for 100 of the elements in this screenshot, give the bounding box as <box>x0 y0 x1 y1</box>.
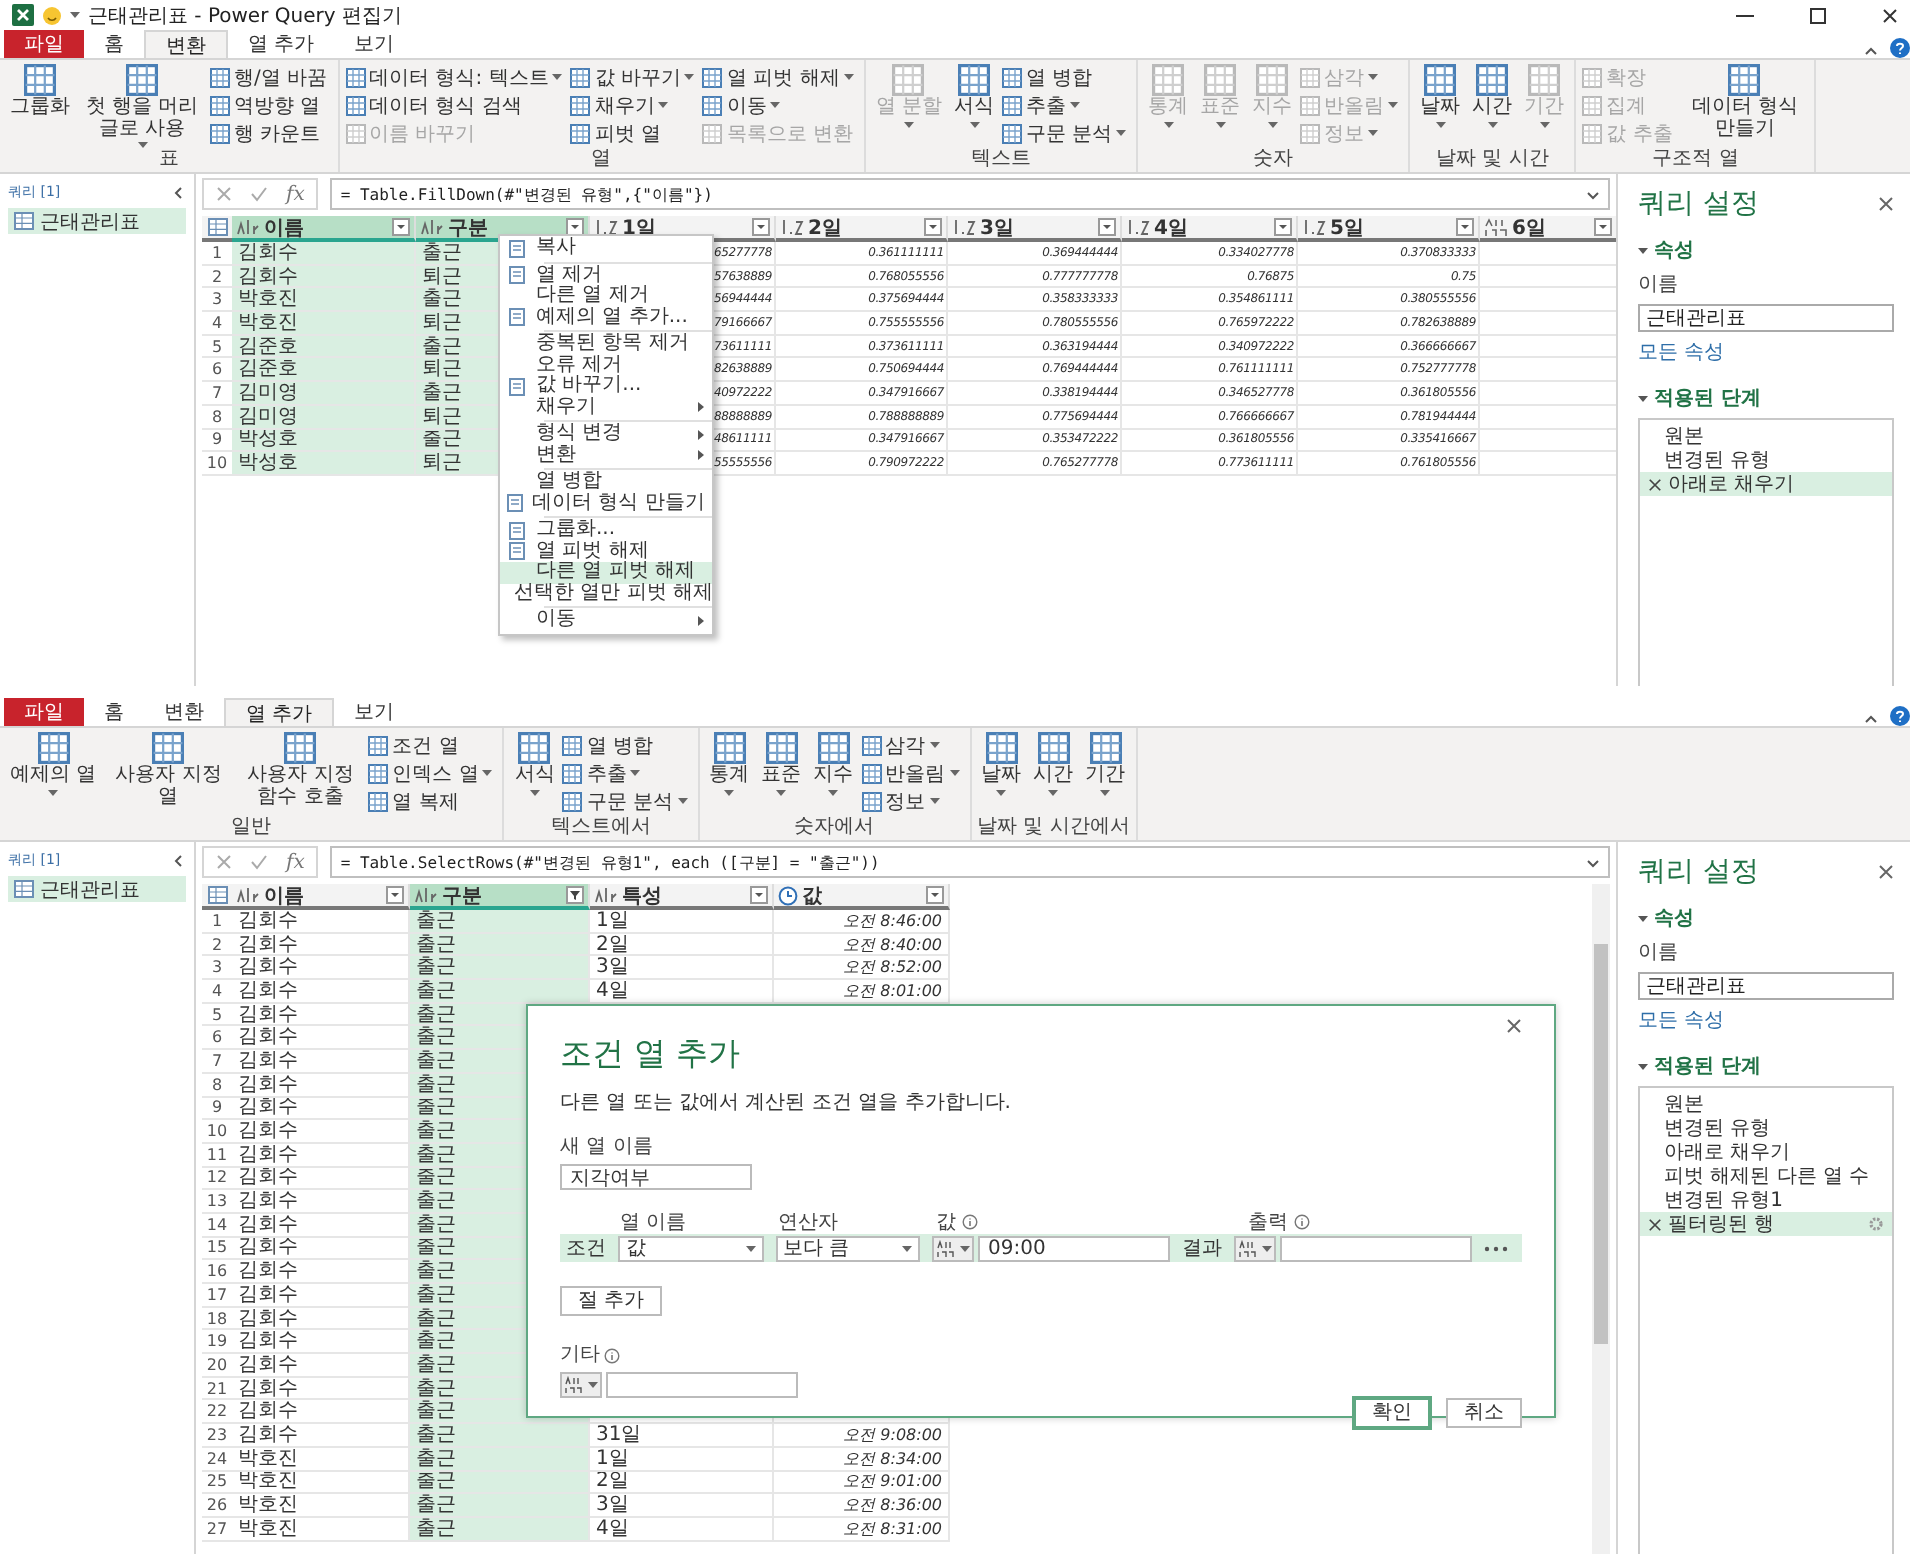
all-properties-link[interactable]: 모든 속성 <box>1638 338 1894 366</box>
table-cell: 김회수 <box>232 1307 410 1331</box>
ribbon-button[interactable]: 기간 <box>1081 732 1130 816</box>
step-item[interactable]: 아래로 채우기 <box>1640 472 1892 496</box>
column-header[interactable]: 4일 <box>1122 216 1298 242</box>
menu-item[interactable]: 데이터 형식 만들기 <box>500 493 712 514</box>
ribbon-button[interactable]: 열 병합 <box>1002 64 1131 90</box>
ribbon-button[interactable]: 지수 <box>809 732 858 816</box>
ribbon-button[interactable]: 행/열 바꿈 <box>210 64 332 90</box>
menu-item[interactable]: 다른 열 피벗 해제 <box>500 562 712 583</box>
step-item[interactable]: 변경된 유형 <box>1640 448 1892 472</box>
ribbon-tab[interactable]: 파일 <box>4 698 84 726</box>
ribbon-button[interactable]: 데이터 형식 만들기 <box>1680 64 1809 148</box>
column-name-field[interactable]: 지각여부 <box>560 1164 752 1190</box>
step-item[interactable]: 원본 <box>1640 1092 1892 1116</box>
ok-button[interactable]: 확인 <box>1354 1398 1430 1428</box>
function-label[interactable]: fx <box>286 183 305 205</box>
ribbon-button[interactable]: 첫 행을 머리글로 사용 <box>78 64 206 148</box>
all-properties-link[interactable]: 모든 속성 <box>1638 1006 1894 1034</box>
ribbon-tab[interactable]: 보기 <box>334 698 415 726</box>
ribbon-button[interactable]: 열 복제 <box>368 788 497 814</box>
ribbon-button[interactable]: 구문 분석 <box>1002 120 1131 146</box>
table-cell: 오전 8:40:00 <box>774 933 950 957</box>
column-header[interactable]: 특성 <box>590 884 774 910</box>
ribbon-button[interactable]: 데이터 형식 검색 <box>345 92 567 118</box>
ribbon-button[interactable]: 날짜 <box>977 732 1026 816</box>
ribbon-button[interactable]: 역방향 열 <box>210 92 332 118</box>
ribbon-button[interactable]: 시간 <box>1029 732 1078 816</box>
group-label: 날짜 및 시간에서 <box>977 816 1130 838</box>
ribbon-button[interactable]: 반올림 <box>861 760 964 786</box>
ribbon-button[interactable]: 서식 <box>510 732 559 816</box>
menu-item[interactable]: 그룹화... <box>500 520 712 541</box>
step-item[interactable]: 변경된 유형 <box>1640 1116 1892 1140</box>
ribbon-button[interactable]: 통계 <box>705 732 754 816</box>
table-cell: 김회수 <box>232 980 410 1004</box>
ribbon-tab[interactable]: 열 추가 <box>228 30 335 58</box>
ribbon-button[interactable]: 그룹화 <box>6 64 74 148</box>
column-select[interactable]: 값 <box>618 1235 763 1261</box>
ribbon-button[interactable]: 구문 분석 <box>562 788 692 814</box>
step-item[interactable]: 피벗 해제된 다른 열 수 <box>1640 1164 1892 1188</box>
formula-field[interactable]: = Table.FillDown(#"변경된 유형",{"이름"}) <box>330 178 1610 210</box>
ribbon-tab[interactable]: 보기 <box>334 30 415 58</box>
column-header[interactable]: 3일 <box>948 216 1122 242</box>
ribbon-button[interactable]: 예제의 열 <box>6 732 101 816</box>
column-header[interactable]: 값 <box>774 884 950 910</box>
ribbon-button[interactable]: 인덱스 열 <box>368 760 497 786</box>
ribbon-button[interactable]: 열 피벗 해제 <box>702 64 858 90</box>
ribbon-button[interactable]: 삼각 <box>861 732 964 758</box>
ribbon-button[interactable]: 정보 <box>861 788 964 814</box>
ribbon-button[interactable]: 사용자 지정 열 <box>104 732 233 816</box>
column-header[interactable]: 5일 <box>1298 216 1480 242</box>
ribbon-button[interactable]: 추출 <box>562 760 692 786</box>
group-label: 텍스트에서 <box>548 816 653 838</box>
ribbon-button[interactable]: 열 병합 <box>562 732 692 758</box>
value-field[interactable]: 09:00 <box>978 1235 1170 1261</box>
menu-item[interactable]: 선택한 열만 피벗 해제 <box>500 583 712 604</box>
query-item[interactable]: 근태관리표 <box>8 208 186 234</box>
step-item[interactable]: 필터링된 행 <box>1640 1212 1892 1236</box>
column-header[interactable]: 6일 <box>1480 216 1618 242</box>
function-label[interactable]: fx <box>286 851 305 873</box>
ribbon-button[interactable]: 표준 <box>757 732 806 816</box>
ribbon-button[interactable]: 이동 <box>702 92 858 118</box>
ribbon-button[interactable]: 사용자 지정 함수 호출 <box>236 732 365 816</box>
ribbon-tab[interactable]: 파일 <box>4 30 84 58</box>
table-cell: 김회수 <box>232 910 410 934</box>
column-header[interactable]: 이름 <box>232 884 410 910</box>
ribbon-button[interactable]: 값 바꾸기 <box>570 64 699 90</box>
pane-title: 쿼리 설정 <box>1638 186 1759 222</box>
ribbon-button[interactable]: 데이터 형식: 텍스트 <box>345 64 567 90</box>
ribbon-button[interactable]: 피벗 열 <box>570 120 699 146</box>
formula-field[interactable]: = Table.SelectRows(#"변경된 유형1", each ([구분] = "출근")) <box>330 846 1610 878</box>
ribbon-tab[interactable]: 변환 <box>144 30 228 58</box>
ribbon-tab[interactable]: 변환 <box>144 698 224 726</box>
ribbon-tab[interactable]: 홈 <box>84 30 144 58</box>
ribbon-button[interactable]: 날짜 <box>1416 64 1465 148</box>
menu-item[interactable]: 이동 <box>500 610 712 631</box>
ribbon-button[interactable]: 채우기 <box>570 92 699 118</box>
menu-item[interactable]: 열 피벗 해제 <box>500 541 712 562</box>
menu-item[interactable]: 열 병합 <box>500 472 712 493</box>
ribbon-button[interactable]: 시간 <box>1468 64 1517 148</box>
name-field[interactable]: 근태관리표 <box>1638 304 1894 332</box>
query-item[interactable]: 근태관리표 <box>8 876 186 902</box>
ribbon-tab[interactable]: 홈 <box>84 698 144 726</box>
ribbon-tab[interactable]: 열 추가 <box>224 698 335 726</box>
operator-select[interactable]: 보다 큼 <box>775 1235 920 1261</box>
ribbon-button[interactable]: 추출 <box>1002 92 1131 118</box>
step-item[interactable]: 원본 <box>1640 424 1892 448</box>
add-clause-button[interactable]: 절 추가 <box>560 1286 663 1316</box>
table-cell: 김회수 <box>232 1097 410 1121</box>
ribbon-button[interactable]: 행 카운트 <box>210 120 332 146</box>
name-field[interactable]: 근태관리표 <box>1638 972 1894 1000</box>
step-item[interactable]: 변경된 유형1 <box>1640 1188 1892 1212</box>
column-heading: 출력 <box>1248 1210 1288 1236</box>
step-item[interactable]: 아래로 채우기 <box>1640 1140 1892 1164</box>
column-header[interactable]: 2일 <box>776 216 948 242</box>
ribbon-button[interactable]: 서식 <box>950 64 999 148</box>
ribbon-button[interactable]: 조건 열 <box>368 732 497 758</box>
cancel-button[interactable]: 취소 <box>1446 1398 1522 1428</box>
column-header[interactable]: 이름 <box>232 216 416 242</box>
column-header[interactable]: 구분 <box>410 884 590 910</box>
